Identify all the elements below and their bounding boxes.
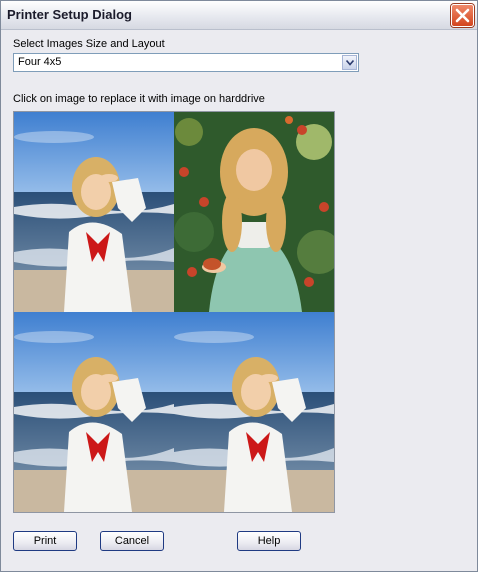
- print-button[interactable]: Print: [13, 531, 77, 551]
- dropdown-button[interactable]: [342, 55, 357, 70]
- layout-select[interactable]: Four 4x5: [13, 53, 359, 72]
- layout-select-label: Select Images Size and Layout: [13, 38, 165, 50]
- beach-photo-image: [14, 112, 174, 312]
- cancel-button[interactable]: Cancel: [100, 531, 164, 551]
- printer-setup-dialog: Printer Setup Dialog Select Images Size …: [0, 0, 478, 572]
- close-button[interactable]: [451, 4, 474, 27]
- image-layout-grid: [13, 111, 335, 513]
- title-bar[interactable]: Printer Setup Dialog: [1, 1, 477, 30]
- beach-photo-image: [14, 312, 174, 512]
- garden-photo-image: [174, 112, 334, 312]
- beach-photo-image: [174, 312, 334, 512]
- close-icon: [455, 8, 470, 23]
- layout-select-value: Four 4x5: [18, 56, 62, 68]
- image-slot-2[interactable]: [174, 112, 334, 312]
- help-button[interactable]: Help: [237, 531, 301, 551]
- image-slot-4[interactable]: [174, 312, 334, 512]
- image-slot-1[interactable]: [14, 112, 174, 312]
- image-slot-3[interactable]: [14, 312, 174, 512]
- chevron-down-icon: [346, 60, 354, 66]
- instructions-text: Click on image to replace it with image …: [13, 93, 265, 105]
- window-title: Printer Setup Dialog: [7, 7, 132, 22]
